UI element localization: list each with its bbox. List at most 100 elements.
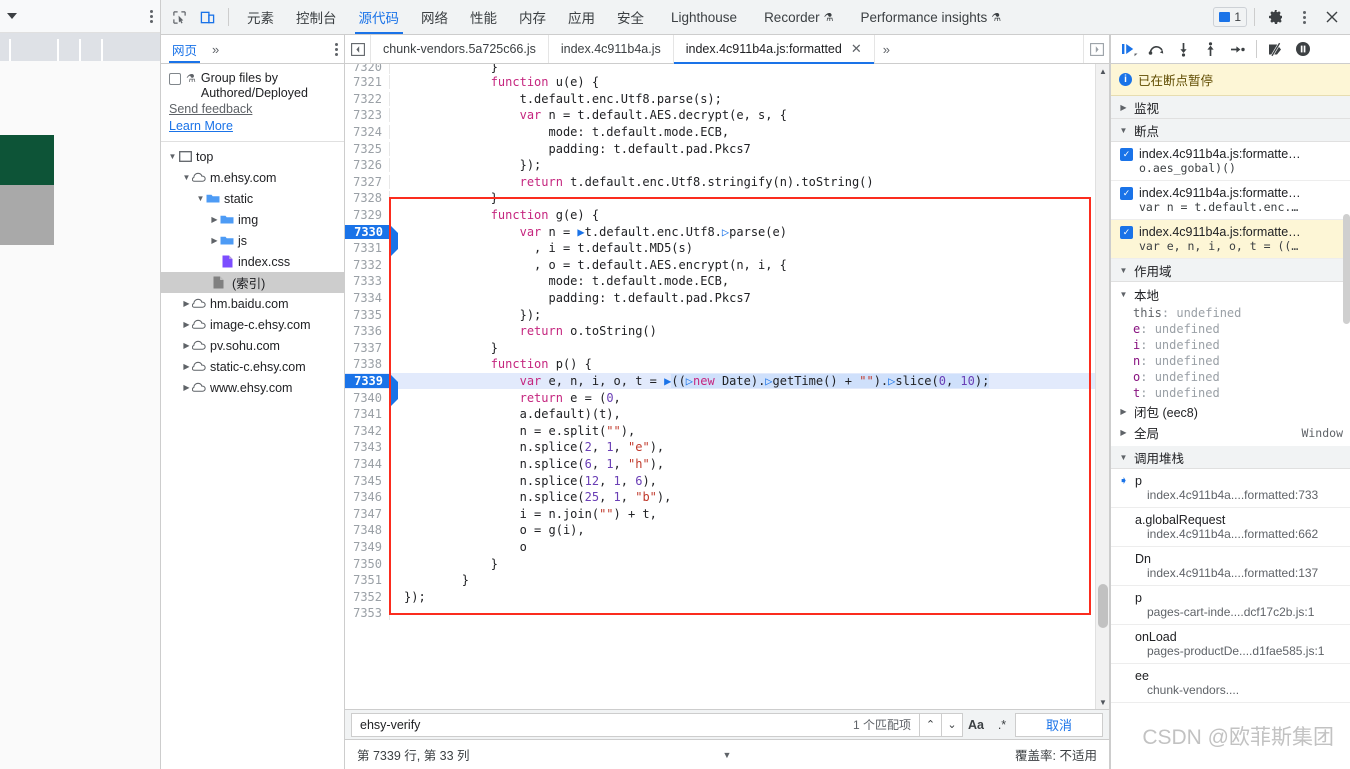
breakpoint-item[interactable]: ✓ index.4c911b4a.js:formatte… var n = t.… bbox=[1111, 181, 1350, 220]
step-icon[interactable] bbox=[1226, 38, 1249, 61]
line-number-breakpoint[interactable]: 7330 bbox=[345, 224, 398, 258]
tree-node-index-selected[interactable]: (索引) bbox=[161, 272, 344, 293]
tab-application[interactable]: 应用 bbox=[557, 0, 606, 34]
show-navigator-icon[interactable] bbox=[345, 35, 371, 63]
section-callstack[interactable]: ▼ 调用堆栈 bbox=[1111, 446, 1350, 469]
message-count-badge[interactable]: 1 bbox=[1213, 7, 1247, 27]
scope-variable[interactable]: o: undefined bbox=[1111, 369, 1350, 385]
step-over-icon[interactable] bbox=[1145, 38, 1168, 61]
line-number[interactable]: 7348 bbox=[345, 523, 390, 538]
line-number[interactable]: 7341 bbox=[345, 407, 390, 422]
scope-local[interactable]: ▼ 本地 bbox=[1111, 284, 1350, 305]
scroll-up-arrow-icon[interactable]: ▲ bbox=[1096, 64, 1109, 78]
line-number[interactable]: 7345 bbox=[345, 473, 390, 488]
tab-performance[interactable]: 性能 bbox=[459, 0, 508, 34]
tab-memory[interactable]: 内存 bbox=[508, 0, 557, 34]
line-number[interactable]: 7335 bbox=[345, 307, 390, 322]
line-number[interactable]: 7344 bbox=[345, 456, 390, 471]
debugger-scrollbar[interactable] bbox=[1343, 64, 1350, 769]
collapsed-triangle-icon[interactable]: ▶ bbox=[209, 215, 220, 224]
line-number[interactable]: 7329 bbox=[345, 208, 390, 223]
learn-more-link[interactable]: Learn More bbox=[169, 118, 336, 135]
line-number[interactable]: 7321 bbox=[345, 75, 390, 90]
tree-node-static-c-ehsy-com[interactable]: ▶ static-c.ehsy.com bbox=[161, 356, 344, 377]
match-case-button[interactable]: Aa bbox=[963, 712, 989, 737]
line-number[interactable]: 7349 bbox=[345, 539, 390, 554]
debugger-content[interactable]: i 已在断点暂停 ▶ 监视 ▼ 断点 ✓ index.4c911b4a.js:f… bbox=[1111, 64, 1350, 769]
kebab-menu-icon[interactable] bbox=[150, 9, 153, 23]
collapsed-triangle-icon[interactable]: ▶ bbox=[181, 320, 192, 329]
tab-performance-insights[interactable]: Performance insights ⚗ bbox=[844, 0, 1012, 34]
device-toolbar-icon[interactable] bbox=[193, 3, 221, 31]
tree-node-image-c-ehsy-com[interactable]: ▶ image-c.ehsy.com bbox=[161, 314, 344, 335]
breakpoint-checkbox[interactable]: ✓ bbox=[1120, 148, 1133, 161]
tab-recorder[interactable]: Recorder ⚗ bbox=[748, 0, 844, 34]
callstack-frame[interactable]: a.globalRequest index.4c911b4a....format… bbox=[1111, 508, 1350, 547]
scope-closure[interactable]: ▶ 闭包 (eec8) bbox=[1111, 401, 1350, 422]
editor-tab-index-js-formatted[interactable]: index.4c911b4a.js:formatted ✕ bbox=[673, 35, 875, 64]
line-number[interactable]: 7346 bbox=[345, 490, 390, 505]
navigator-tab-page[interactable]: 网页 bbox=[167, 35, 202, 63]
tab-network[interactable]: 网络 bbox=[410, 0, 459, 34]
line-number[interactable]: 7350 bbox=[345, 556, 390, 571]
search-next-button[interactable]: ⌄ bbox=[941, 712, 963, 737]
step-out-icon[interactable] bbox=[1199, 38, 1222, 61]
line-number[interactable]: 7333 bbox=[345, 274, 390, 289]
line-number[interactable]: 7336 bbox=[345, 324, 390, 339]
editor-more-tabs[interactable]: » bbox=[875, 35, 898, 63]
step-into-icon[interactable] bbox=[1172, 38, 1195, 61]
tree-node-hm-baidu-com[interactable]: ▶ hm.baidu.com bbox=[161, 293, 344, 314]
inspect-element-icon[interactable] bbox=[165, 3, 193, 31]
regex-button[interactable]: .* bbox=[989, 712, 1015, 737]
caret-down-icon[interactable] bbox=[7, 13, 17, 19]
line-number[interactable]: 7325 bbox=[345, 141, 390, 156]
line-number[interactable]: 7342 bbox=[345, 423, 390, 438]
breakpoint-checkbox[interactable]: ✓ bbox=[1120, 187, 1133, 200]
section-scope[interactable]: ▼ 作用域 bbox=[1111, 259, 1350, 282]
callstack-frame[interactable]: Dn index.4c911b4a....formatted:137 bbox=[1111, 547, 1350, 586]
line-number[interactable]: 7331 bbox=[345, 241, 390, 256]
callstack-frame[interactable]: p pages-cart-inde....dcf17c2b.js:1 bbox=[1111, 586, 1350, 625]
tab-elements[interactable]: 元素 bbox=[236, 0, 285, 34]
line-number[interactable]: 7353 bbox=[345, 606, 390, 621]
scope-variable[interactable]: t: undefined bbox=[1111, 385, 1350, 401]
tab-security[interactable]: 安全 bbox=[606, 0, 655, 34]
kebab-menu-icon[interactable] bbox=[1290, 3, 1318, 31]
collapsed-triangle-icon[interactable]: ▶ bbox=[181, 383, 192, 392]
close-icon[interactable]: ✕ bbox=[851, 41, 862, 57]
collapsed-triangle-icon[interactable]: ▶ bbox=[181, 362, 192, 371]
tree-node-static[interactable]: ▼ static bbox=[161, 188, 344, 209]
line-number[interactable]: 7338 bbox=[345, 357, 390, 372]
navigator-more-tabs[interactable]: » bbox=[212, 42, 219, 57]
code-scroll-region[interactable]: 7320 } 7321 function u(e) { 7322 t.defau… bbox=[345, 64, 1095, 709]
collapsed-triangle-icon[interactable]: ▶ bbox=[181, 341, 192, 350]
scope-variable[interactable]: this: undefined bbox=[1111, 305, 1350, 321]
line-number[interactable]: 7352 bbox=[345, 589, 390, 604]
drawer-toggle-icon[interactable]: ▼ bbox=[723, 750, 732, 760]
line-number[interactable]: 7323 bbox=[345, 108, 390, 123]
line-number[interactable]: 7351 bbox=[345, 573, 390, 588]
line-number[interactable]: 7334 bbox=[345, 291, 390, 306]
tree-node-m-ehsy-com[interactable]: ▼ m.ehsy.com bbox=[161, 167, 344, 188]
tree-node-top[interactable]: ▼ top bbox=[161, 146, 344, 167]
breakpoint-checkbox[interactable]: ✓ bbox=[1120, 226, 1133, 239]
line-number-current[interactable]: 7339 bbox=[345, 373, 398, 407]
expanded-triangle-icon[interactable]: ▼ bbox=[181, 173, 192, 182]
section-watch[interactable]: ▶ 监视 bbox=[1111, 96, 1350, 119]
editor-vertical-scrollbar[interactable]: ▲ ▼ bbox=[1095, 64, 1109, 709]
line-number[interactable]: 7327 bbox=[345, 174, 390, 189]
group-files-checkbox[interactable] bbox=[169, 73, 181, 85]
collapsed-triangle-icon[interactable]: ▶ bbox=[209, 236, 220, 245]
search-cancel-button[interactable]: 取消 bbox=[1015, 712, 1103, 737]
expanded-triangle-icon[interactable]: ▼ bbox=[195, 194, 206, 203]
pause-on-exceptions-icon[interactable] bbox=[1291, 38, 1314, 61]
line-number[interactable]: 7324 bbox=[345, 125, 390, 140]
scope-variable[interactable]: n: undefined bbox=[1111, 353, 1350, 369]
navigator-kebab-menu-icon[interactable] bbox=[335, 42, 338, 56]
editor-tab-index-js[interactable]: index.4c911b4a.js bbox=[549, 35, 674, 63]
show-debugger-icon[interactable] bbox=[1083, 35, 1109, 63]
scope-variable[interactable]: e: undefined bbox=[1111, 321, 1350, 337]
close-icon[interactable] bbox=[1318, 3, 1346, 31]
callstack-frame[interactable]: ee chunk-vendors.... bbox=[1111, 664, 1350, 703]
line-number[interactable]: 7347 bbox=[345, 506, 390, 521]
